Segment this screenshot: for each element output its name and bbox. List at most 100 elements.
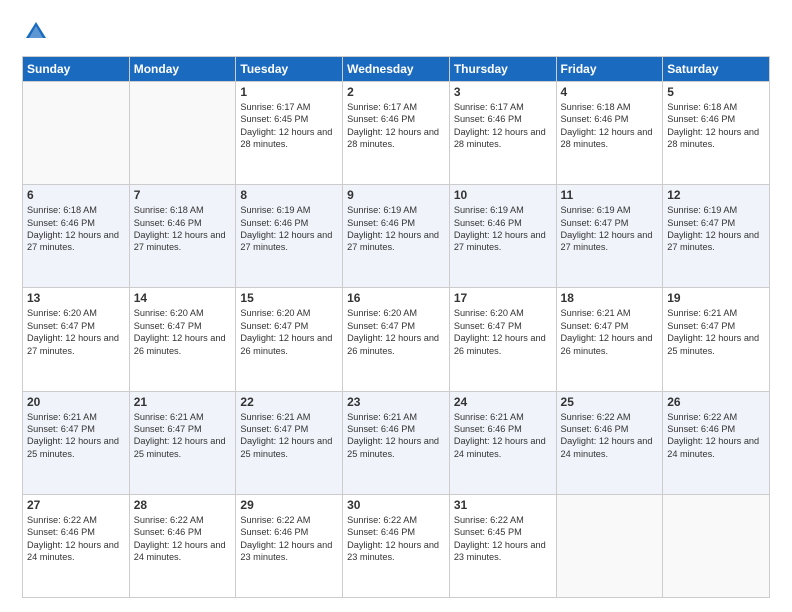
calendar-cell (556, 494, 663, 597)
calendar-cell (23, 82, 130, 185)
day-number: 15 (240, 291, 338, 305)
calendar-cell: 27 Sunrise: 6:22 AMSunset: 6:46 PMDayligh… (23, 494, 130, 597)
day-number: 28 (134, 498, 232, 512)
day-number: 19 (667, 291, 765, 305)
day-number: 6 (27, 188, 125, 202)
day-info: Sunrise: 6:17 AMSunset: 6:46 PMDaylight:… (347, 101, 445, 151)
calendar-cell: 20 Sunrise: 6:21 AMSunset: 6:47 PMDayligh… (23, 391, 130, 494)
calendar-cell: 1Sunrise: 6:17 AMSunset: 6:45 PMDaylight… (236, 82, 343, 185)
calendar-cell: 12Sunrise: 6:19 AMSunset: 6:47 PMDayligh… (663, 185, 770, 288)
header (22, 18, 770, 46)
day-number: 22 (240, 395, 338, 409)
day-info: Sunrise: 6:18 AMSunset: 6:46 PMDaylight:… (134, 204, 232, 254)
week-row-5: 27 Sunrise: 6:22 AMSunset: 6:46 PMDayligh… (23, 494, 770, 597)
calendar-cell: 15 Sunrise: 6:20 AMSunset: 6:47 PMDayligh… (236, 288, 343, 391)
day-number: 8 (240, 188, 338, 202)
calendar-cell (129, 82, 236, 185)
day-header-monday: Monday (129, 57, 236, 82)
day-info: Sunrise: 6:22 AMSunset: 6:46 PMDaylight:… (667, 411, 765, 461)
day-info: Sunrise: 6:21 AMSunset: 6:47 PMDaylight:… (561, 307, 659, 357)
day-number: 24 (454, 395, 552, 409)
calendar-table: SundayMondayTuesdayWednesdayThursdayFrid… (22, 56, 770, 598)
day-number: 30 (347, 498, 445, 512)
day-info: Sunrise: 6:19 AMSunset: 6:47 PMDaylight:… (667, 204, 765, 254)
day-number: 11 (561, 188, 659, 202)
calendar-cell: 11Sunrise: 6:19 AMSunset: 6:47 PMDayligh… (556, 185, 663, 288)
day-info: Sunrise: 6:22 AMSunset: 6:46 PMDaylight:… (240, 514, 338, 564)
calendar-cell: 10 Sunrise: 6:19 AMSunset: 6:46 PMDayligh… (449, 185, 556, 288)
day-header-saturday: Saturday (663, 57, 770, 82)
calendar-cell: 7 Sunrise: 6:18 AMSunset: 6:46 PMDaylight… (129, 185, 236, 288)
day-info: Sunrise: 6:21 AMSunset: 6:47 PMDaylight:… (134, 411, 232, 461)
calendar-cell: 19Sunrise: 6:21 AMSunset: 6:47 PMDayligh… (663, 288, 770, 391)
week-row-1: 1Sunrise: 6:17 AMSunset: 6:45 PMDaylight… (23, 82, 770, 185)
day-number: 2 (347, 85, 445, 99)
calendar-cell: 16 Sunrise: 6:20 AMSunset: 6:47 PMDayligh… (343, 288, 450, 391)
day-info: Sunrise: 6:18 AMSunset: 6:46 PMDaylight:… (561, 101, 659, 151)
day-number: 1 (240, 85, 338, 99)
day-number: 13 (27, 291, 125, 305)
day-number: 25 (561, 395, 659, 409)
day-info: Sunrise: 6:20 AMSunset: 6:47 PMDaylight:… (454, 307, 552, 357)
calendar-cell: 31 Sunrise: 6:22 AMSunset: 6:45 PMDayligh… (449, 494, 556, 597)
day-info: Sunrise: 6:18 AMSunset: 6:46 PMDaylight:… (27, 204, 125, 254)
day-info: Sunrise: 6:21 AMSunset: 6:46 PMDaylight:… (454, 411, 552, 461)
day-number: 27 (27, 498, 125, 512)
week-row-2: 6 Sunrise: 6:18 AMSunset: 6:46 PMDaylight… (23, 185, 770, 288)
day-info: Sunrise: 6:19 AMSunset: 6:46 PMDaylight:… (454, 204, 552, 254)
calendar-cell: 23 Sunrise: 6:21 AMSunset: 6:46 PMDayligh… (343, 391, 450, 494)
calendar-header-row: SundayMondayTuesdayWednesdayThursdayFrid… (23, 57, 770, 82)
calendar-cell: 29 Sunrise: 6:22 AMSunset: 6:46 PMDayligh… (236, 494, 343, 597)
day-info: Sunrise: 6:17 AMSunset: 6:46 PMDaylight:… (454, 101, 552, 151)
day-number: 29 (240, 498, 338, 512)
day-info: Sunrise: 6:20 AMSunset: 6:47 PMDaylight:… (27, 307, 125, 357)
day-info: Sunrise: 6:20 AMSunset: 6:47 PMDaylight:… (134, 307, 232, 357)
calendar-cell: 22 Sunrise: 6:21 AMSunset: 6:47 PMDayligh… (236, 391, 343, 494)
week-row-4: 20 Sunrise: 6:21 AMSunset: 6:47 PMDayligh… (23, 391, 770, 494)
logo (22, 18, 54, 46)
day-info: Sunrise: 6:21 AMSunset: 6:47 PMDaylight:… (240, 411, 338, 461)
day-number: 21 (134, 395, 232, 409)
day-info: Sunrise: 6:22 AMSunset: 6:46 PMDaylight:… (134, 514, 232, 564)
calendar-cell: 25 Sunrise: 6:22 AMSunset: 6:46 PMDayligh… (556, 391, 663, 494)
day-number: 10 (454, 188, 552, 202)
day-info: Sunrise: 6:22 AMSunset: 6:46 PMDaylight:… (27, 514, 125, 564)
calendar-cell: 24 Sunrise: 6:21 AMSunset: 6:46 PMDayligh… (449, 391, 556, 494)
day-info: Sunrise: 6:18 AMSunset: 6:46 PMDaylight:… (667, 101, 765, 151)
calendar-cell (663, 494, 770, 597)
day-header-friday: Friday (556, 57, 663, 82)
day-info: Sunrise: 6:20 AMSunset: 6:47 PMDaylight:… (240, 307, 338, 357)
calendar-cell: 5 Sunrise: 6:18 AMSunset: 6:46 PMDaylight… (663, 82, 770, 185)
day-number: 20 (27, 395, 125, 409)
calendar-cell: 14Sunrise: 6:20 AMSunset: 6:47 PMDayligh… (129, 288, 236, 391)
calendar-cell: 28 Sunrise: 6:22 AMSunset: 6:46 PMDayligh… (129, 494, 236, 597)
day-info: Sunrise: 6:19 AMSunset: 6:46 PMDaylight:… (347, 204, 445, 254)
day-number: 17 (454, 291, 552, 305)
day-info: Sunrise: 6:22 AMSunset: 6:46 PMDaylight:… (347, 514, 445, 564)
day-info: Sunrise: 6:19 AMSunset: 6:46 PMDaylight:… (240, 204, 338, 254)
day-number: 7 (134, 188, 232, 202)
day-info: Sunrise: 6:22 AMSunset: 6:45 PMDaylight:… (454, 514, 552, 564)
day-info: Sunrise: 6:20 AMSunset: 6:47 PMDaylight:… (347, 307, 445, 357)
day-header-wednesday: Wednesday (343, 57, 450, 82)
day-info: Sunrise: 6:21 AMSunset: 6:46 PMDaylight:… (347, 411, 445, 461)
calendar-cell: 18 Sunrise: 6:21 AMSunset: 6:47 PMDayligh… (556, 288, 663, 391)
calendar-cell: 6 Sunrise: 6:18 AMSunset: 6:46 PMDaylight… (23, 185, 130, 288)
day-info: Sunrise: 6:21 AMSunset: 6:47 PMDaylight:… (27, 411, 125, 461)
day-number: 3 (454, 85, 552, 99)
calendar-cell: 30 Sunrise: 6:22 AMSunset: 6:46 PMDayligh… (343, 494, 450, 597)
calendar-cell: 13 Sunrise: 6:20 AMSunset: 6:47 PMDayligh… (23, 288, 130, 391)
calendar-cell: 2 Sunrise: 6:17 AMSunset: 6:46 PMDaylight… (343, 82, 450, 185)
day-number: 16 (347, 291, 445, 305)
day-header-thursday: Thursday (449, 57, 556, 82)
day-number: 5 (667, 85, 765, 99)
day-number: 23 (347, 395, 445, 409)
day-number: 31 (454, 498, 552, 512)
day-header-sunday: Sunday (23, 57, 130, 82)
calendar-cell: 21 Sunrise: 6:21 AMSunset: 6:47 PMDayligh… (129, 391, 236, 494)
day-info: Sunrise: 6:22 AMSunset: 6:46 PMDaylight:… (561, 411, 659, 461)
calendar-cell: 9Sunrise: 6:19 AMSunset: 6:46 PMDaylight… (343, 185, 450, 288)
day-number: 18 (561, 291, 659, 305)
day-number: 26 (667, 395, 765, 409)
calendar-cell: 8 Sunrise: 6:19 AMSunset: 6:46 PMDaylight… (236, 185, 343, 288)
